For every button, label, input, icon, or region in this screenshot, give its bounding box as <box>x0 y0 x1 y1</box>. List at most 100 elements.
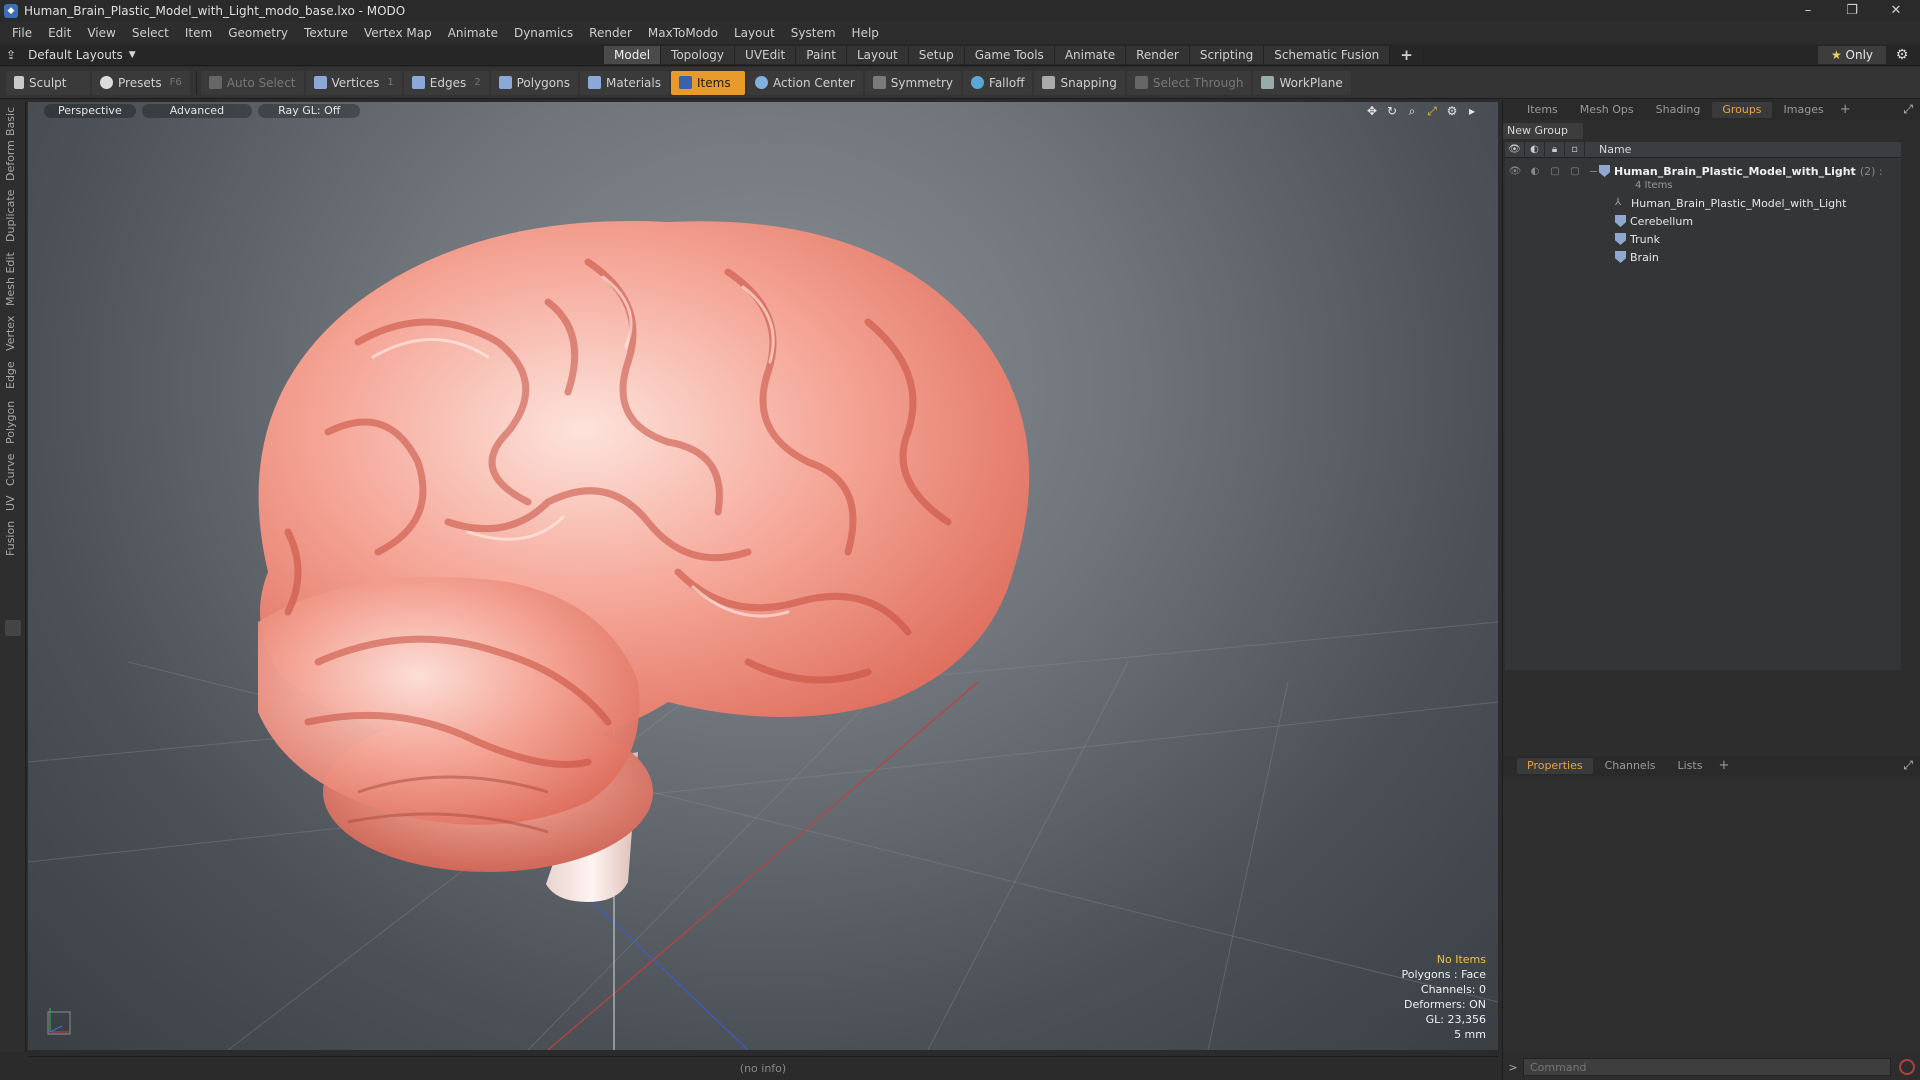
pan-icon[interactable]: ✥ <box>1364 104 1380 118</box>
brain-model[interactable] <box>258 221 1030 902</box>
tab-shading[interactable]: Shading <box>1646 102 1711 118</box>
render-column-icon[interactable]: ◐ <box>1525 141 1545 158</box>
3d-viewport[interactable]: Perspective Advanced Ray GL: Off ✥ ↻ ⌕ ⤢… <box>28 102 1498 1050</box>
select-through-button[interactable]: Select Through <box>1126 70 1252 95</box>
materials-button[interactable]: Materials <box>579 70 669 95</box>
tab-layout[interactable]: Layout <box>846 46 909 64</box>
action-center-button[interactable]: Action Center <box>747 70 863 95</box>
left-tab-deform[interactable]: Deform <box>4 140 22 182</box>
selection-info: No Items <box>1436 953 1486 966</box>
tab-uvedit[interactable]: UVEdit <box>735 46 797 64</box>
workplane-button[interactable]: WorkPlane <box>1253 70 1351 95</box>
tab-channels[interactable]: Channels <box>1595 758 1666 774</box>
edges-button[interactable]: Edges 2 <box>403 70 489 95</box>
expand-arrow-icon[interactable]: ▸ <box>1464 104 1480 118</box>
tab-render[interactable]: Render <box>1126 46 1190 64</box>
zoom-icon[interactable]: ⌕ <box>1404 104 1420 118</box>
left-tab-curve[interactable]: Curve <box>4 452 22 488</box>
viewport-settings-icon[interactable]: ⚙ <box>1444 104 1460 118</box>
items-button[interactable]: Items <box>671 70 745 95</box>
left-tab-uv[interactable]: UV <box>4 492 22 514</box>
tab-game-tools[interactable]: Game Tools <box>964 46 1055 64</box>
tab-properties[interactable]: Properties <box>1517 758 1593 774</box>
expand-panel-icon[interactable]: ⤢ <box>1903 102 1913 117</box>
menu-system[interactable]: System <box>783 26 844 40</box>
tab-schematic-fusion[interactable]: Schematic Fusion <box>1264 46 1391 64</box>
add-tab-button[interactable]: + <box>1390 46 1424 64</box>
menu-item[interactable]: Item <box>177 26 220 40</box>
left-tab-polygon[interactable]: Polygon <box>4 396 22 448</box>
auto-select-button[interactable]: Auto Select <box>200 70 304 95</box>
close-button[interactable]: ✕ <box>1874 0 1918 22</box>
raygl-toggle[interactable]: Ray GL: Off <box>258 104 361 118</box>
tab-groups[interactable]: Groups <box>1712 102 1772 118</box>
expand-panel-icon[interactable]: ⤢ <box>1903 758 1913 773</box>
presets-button[interactable]: Presets F6 <box>92 70 190 95</box>
sculpt-button[interactable]: Sculpt <box>6 70 90 95</box>
menu-select[interactable]: Select <box>124 26 177 40</box>
add-panel-tab-button[interactable]: + <box>1836 102 1855 118</box>
tab-paint[interactable]: Paint <box>796 46 847 64</box>
gear-icon[interactable]: ⚙ <box>1892 46 1912 64</box>
group-row-cerebellum[interactable]: Cerebellum <box>1505 212 1901 230</box>
collapse-toggle-icon[interactable]: − <box>1589 165 1599 178</box>
rotate-icon[interactable]: ↻ <box>1384 104 1400 118</box>
left-tab-mesh-edit[interactable]: Mesh Edit <box>4 250 22 308</box>
group-row-mesh[interactable]: ⅄ Human_Brain_Plastic_Model_with_Light <box>1505 194 1901 212</box>
left-tab-toggle[interactable] <box>5 620 21 636</box>
group-row-root[interactable]: 👁 ◐ ▢ ▢ − Human_Brain_Plastic_Model_with… <box>1505 162 1901 180</box>
minimize-button[interactable]: – <box>1786 0 1830 22</box>
menu-edit[interactable]: Edit <box>40 26 79 40</box>
menu-file[interactable]: File <box>4 26 40 40</box>
default-layouts-dropdown[interactable]: ⇪ Default Layouts ▼ <box>6 47 136 63</box>
menu-view[interactable]: View <box>79 26 123 40</box>
menu-layout[interactable]: Layout <box>726 26 783 40</box>
menu-render[interactable]: Render <box>581 26 640 40</box>
view-mode-button[interactable]: Perspective <box>44 104 136 118</box>
left-tab-basic[interactable]: Basic <box>4 106 22 136</box>
add-panel-tab-button[interactable]: + <box>1714 758 1733 774</box>
restore-button[interactable]: ❐ <box>1830 0 1874 22</box>
vertices-button[interactable]: Vertices 1 <box>305 70 402 95</box>
tab-animate[interactable]: Animate <box>1054 46 1127 64</box>
menu-texture[interactable]: Texture <box>296 26 356 40</box>
menu-vertex-map[interactable]: Vertex Map <box>356 26 440 40</box>
falloff-button[interactable]: Falloff <box>963 70 1033 95</box>
menu-geometry[interactable]: Geometry <box>220 26 296 40</box>
left-tab-fusion[interactable]: Fusion <box>4 518 22 558</box>
tab-lists[interactable]: Lists <box>1668 758 1713 774</box>
polygons-button[interactable]: Polygons <box>490 70 578 95</box>
visibility-column-eye-icon[interactable]: 👁 <box>1505 141 1525 158</box>
tab-scripting[interactable]: Scripting <box>1189 46 1265 64</box>
tab-setup[interactable]: Setup <box>908 46 965 64</box>
tab-items[interactable]: Items <box>1517 102 1568 118</box>
symmetry-button[interactable]: Symmetry <box>864 70 962 95</box>
group-row-brain[interactable]: Brain <box>1505 248 1901 266</box>
menu-animate[interactable]: Animate <box>440 26 506 40</box>
tab-mesh-ops[interactable]: Mesh Ops <box>1570 102 1644 118</box>
lock-toggle[interactable]: ▢ <box>1545 166 1565 177</box>
tab-topology[interactable]: Topology <box>661 46 736 64</box>
snapping-button[interactable]: Snapping <box>1034 70 1125 95</box>
new-group-button[interactable]: New Group <box>1503 123 1583 139</box>
only-button[interactable]: ★ Only <box>1818 46 1886 64</box>
record-macro-icon[interactable] <box>1899 1059 1915 1075</box>
shading-mode-button[interactable]: Advanced <box>141 104 253 118</box>
fit-view-icon[interactable]: ⤢ <box>1424 104 1440 118</box>
lock-column-icon[interactable]: 🔒︎ <box>1545 141 1565 158</box>
left-tab-vertex[interactable]: Vertex <box>4 312 22 354</box>
select-column-icon[interactable]: ▫ <box>1565 141 1585 158</box>
command-input[interactable] <box>1523 1058 1891 1076</box>
menu-maxtomodo[interactable]: MaxToModo <box>640 26 726 40</box>
menu-help[interactable]: Help <box>844 26 887 40</box>
eye-icon[interactable]: 👁 <box>1505 166 1525 177</box>
group-row-trunk[interactable]: Trunk <box>1505 230 1901 248</box>
vertices-label: Vertices <box>331 75 380 90</box>
menu-dynamics[interactable]: Dynamics <box>506 26 581 40</box>
tab-model[interactable]: Model <box>604 46 662 64</box>
tab-images[interactable]: Images <box>1774 102 1834 118</box>
left-tab-edge[interactable]: Edge <box>4 358 22 392</box>
left-tab-duplicate[interactable]: Duplicate <box>4 186 22 246</box>
render-icon[interactable]: ◐ <box>1525 166 1545 177</box>
select-toggle[interactable]: ▢ <box>1565 166 1585 177</box>
